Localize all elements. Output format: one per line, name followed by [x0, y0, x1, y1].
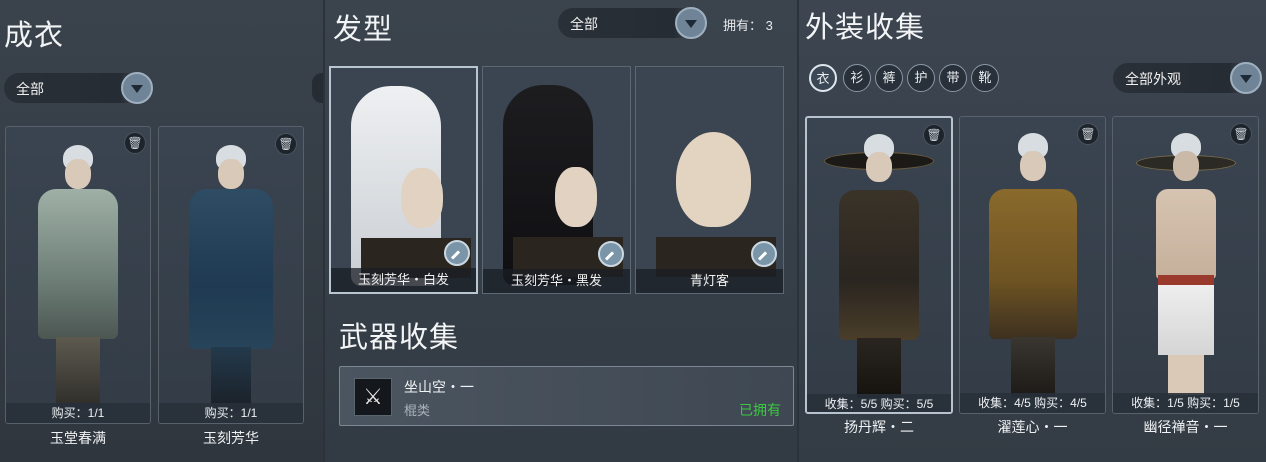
- hair-title: 发型: [333, 12, 394, 46]
- dye-brush-icon[interactable]: [598, 241, 624, 267]
- outfit-filter-value: 全部: [16, 81, 44, 97]
- trash-icon[interactable]: 🗑: [1077, 123, 1099, 145]
- trash-icon[interactable]: 🗑: [923, 124, 945, 146]
- pants-icon[interactable]: 裤: [875, 64, 903, 92]
- trash-icon[interactable]: 🗑: [275, 133, 297, 155]
- hair-card-2[interactable]: 玉刻芳华・黑发: [482, 66, 631, 294]
- dye-brush-icon[interactable]: [751, 241, 777, 267]
- hair-name: 青灯客: [636, 269, 783, 293]
- trash-icon[interactable]: 🗑: [1230, 123, 1252, 145]
- outfit-name: 玉刻芳华: [203, 430, 259, 446]
- appearance-filter-value: 全部外观: [1125, 71, 1181, 87]
- chevron-down-icon[interactable]: [675, 7, 707, 39]
- appearance-title: 外装收集: [805, 10, 926, 44]
- hair-panel: 发型 全部 拥有： 3 玉刻芳华・白发 玉刻芳华・黑发 青灯客 武器收集 ⚔ 坐…: [325, 0, 797, 462]
- belt-icon[interactable]: 带: [939, 64, 967, 92]
- weapon-item[interactable]: ⚔ 坐山空・一 棍类 已拥有: [339, 366, 794, 426]
- chevron-down-icon[interactable]: [121, 72, 153, 104]
- appearance-name: 幽径禅音・一: [1143, 419, 1228, 435]
- appearance-name: 扬丹辉・二: [844, 419, 914, 435]
- outfit-title: 成衣: [4, 18, 65, 52]
- appearance-card-3[interactable]: 🗑 收集：1/5 购买：1/5: [1112, 116, 1259, 414]
- hair-name: 玉刻芳华・白发: [331, 268, 476, 292]
- appearance-status: 收集：5/5 购买：5/5: [807, 394, 951, 412]
- appearance-card-2[interactable]: 🗑 收集：4/5 购买：4/5: [959, 116, 1106, 414]
- hair-name: 玉刻芳华・黑发: [483, 269, 630, 293]
- outfit-secondary-dropdown[interactable]: [312, 73, 323, 103]
- hair-card-3[interactable]: 青灯客: [635, 66, 784, 294]
- weapon-name: 坐山空・一: [404, 379, 474, 395]
- outfit-panel: 成衣 全部 购买：1/1 玉堂春满 🗑 购买：1/1 玉刻芳华 🗑: [0, 0, 323, 462]
- appearance-panel: 外装收集 衣 衫 裤 护 带 靴 全部外观 🗑 收集：5/5 购买：5/5 扬丹…: [799, 0, 1266, 462]
- weapon-section: 武器收集 ⚔ 坐山空・一 棍类 已拥有: [325, 300, 797, 462]
- outfit-filter-dropdown[interactable]: 全部: [4, 72, 153, 104]
- appearance-status: 收集：4/5 购买：4/5: [960, 393, 1105, 413]
- hair-card-1[interactable]: 玉刻芳华・白发: [329, 66, 478, 294]
- hair-filter-dropdown[interactable]: 全部: [558, 7, 707, 39]
- appearance-card-1[interactable]: 🗑 收集：5/5 购买：5/5: [805, 116, 953, 414]
- dye-brush-icon[interactable]: [444, 240, 470, 266]
- top-icon[interactable]: 衫: [843, 64, 871, 92]
- appearance-status: 收集：1/5 购买：1/5: [1113, 393, 1258, 413]
- appearance-name: 濯莲心・一: [997, 419, 1068, 435]
- appearance-filter-dropdown[interactable]: 全部外观: [1113, 62, 1262, 94]
- staff-weapon-icon: ⚔: [354, 378, 392, 416]
- hair-preview: [676, 132, 751, 227]
- outfit-all-icon[interactable]: 衣: [809, 64, 837, 92]
- gloves-icon[interactable]: 护: [907, 64, 935, 92]
- chevron-down-icon[interactable]: [1230, 62, 1262, 94]
- hair-filter-value: 全部: [570, 16, 598, 32]
- outfit-card-2[interactable]: 🗑 购买：1/1: [158, 126, 304, 424]
- outfit-purchase-status: 购买：1/1: [159, 403, 303, 423]
- outfit-name: 玉堂春满: [50, 430, 106, 446]
- weapon-type: 棍类: [404, 403, 431, 418]
- trash-icon[interactable]: 🗑: [124, 132, 146, 154]
- weapon-title: 武器收集: [339, 320, 460, 354]
- hair-owned-count: 拥有： 3: [723, 18, 773, 33]
- weapon-owned-status: 已拥有: [739, 402, 781, 418]
- shoes-icon[interactable]: 靴: [971, 64, 999, 92]
- outfit-card-1[interactable]: 购买：1/1: [5, 126, 151, 424]
- outfit-purchase-status: 购买：1/1: [6, 403, 150, 423]
